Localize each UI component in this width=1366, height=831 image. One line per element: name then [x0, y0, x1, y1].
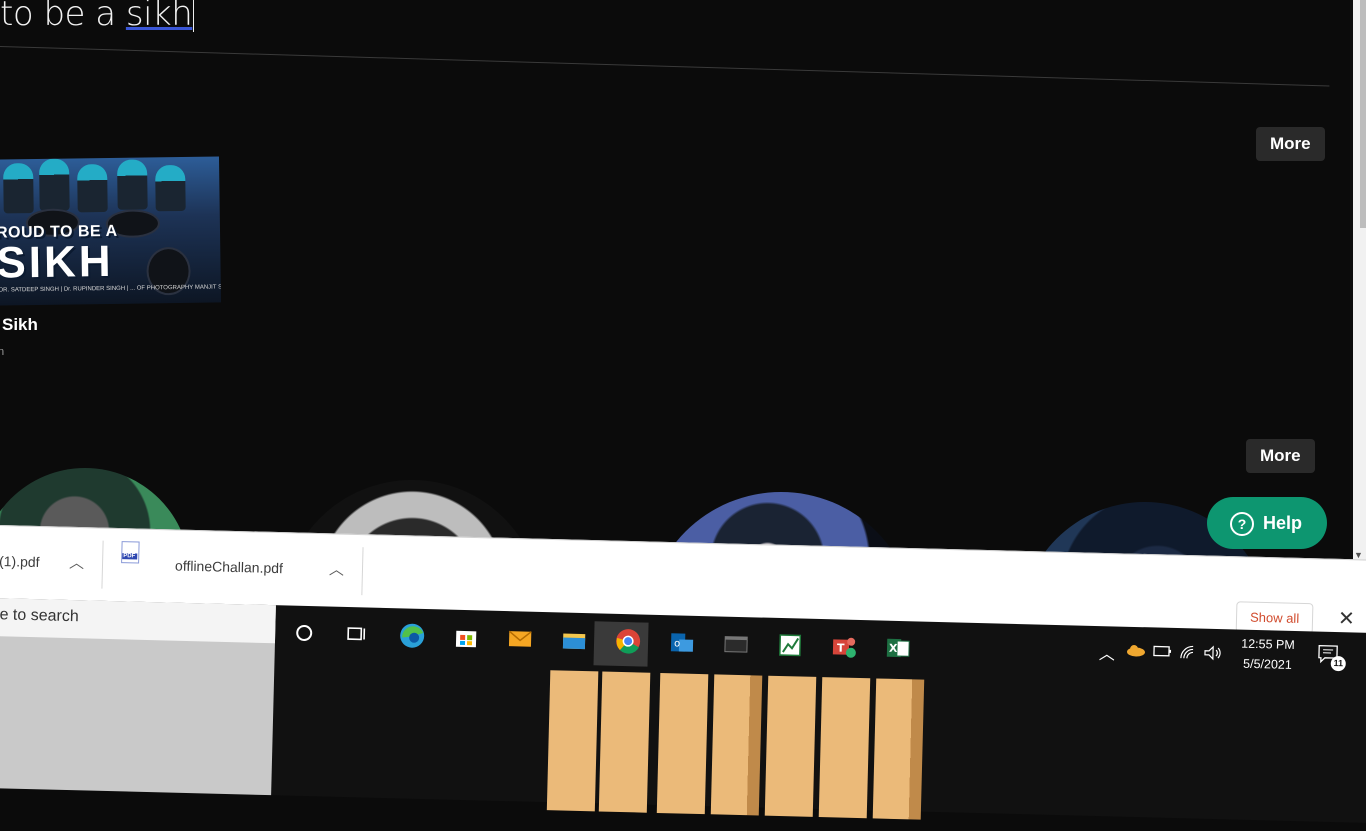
taskbar-search-panel[interactable]: e to search [0, 598, 276, 795]
mail-icon[interactable] [505, 623, 536, 654]
excel-icon[interactable]: X [883, 633, 914, 664]
taskbar-search-box[interactable]: e to search [0, 598, 276, 643]
app-preview-ghost [873, 678, 925, 819]
app-preview-ghost [599, 672, 651, 813]
question-icon: ? [1230, 512, 1254, 536]
cortana-icon[interactable] [289, 618, 320, 649]
svg-text:T: T [837, 641, 845, 654]
task-view-icon[interactable] [341, 619, 372, 650]
songs-more-button[interactable]: More [1256, 127, 1325, 161]
app-preview-ghost [547, 670, 599, 811]
download-separator [361, 547, 363, 595]
edge-icon[interactable] [397, 620, 428, 651]
pdf-icon: PDF [121, 541, 140, 563]
svg-text:X: X [889, 642, 898, 655]
search-query[interactable]: to be a sikh [0, 0, 194, 34]
clock-time: 12:55 PM [1241, 634, 1295, 655]
volume-icon[interactable] [1203, 645, 1223, 665]
divider [0, 46, 1329, 86]
action-center-icon[interactable]: 11 [1317, 644, 1342, 669]
store-icon[interactable] [451, 622, 482, 653]
song-title[interactable]: Sikh [2, 315, 38, 335]
app-preview-ghost [711, 674, 763, 815]
file-explorer-icon[interactable] [559, 624, 590, 655]
chevron-up-icon[interactable]: ︿ [1099, 640, 1116, 664]
help-button[interactable]: ? Help [1207, 497, 1327, 549]
outlook-icon[interactable]: o [667, 627, 698, 658]
taskbar: e to search o T X ︿ [0, 598, 1366, 823]
svg-text:o: o [674, 638, 680, 649]
app-preview-ghost [657, 673, 709, 814]
app-preview-ghost [765, 676, 817, 817]
scrollbar-thumb[interactable] [1360, 0, 1366, 228]
song-thumbnail[interactable]: ROUD TO BE A SIKH DR. SATDEEP SINGH | Dr… [0, 156, 221, 305]
download-filename: (1).pdf [0, 553, 40, 570]
onedrive-icon[interactable] [1126, 643, 1146, 661]
download-separator [101, 541, 103, 589]
search-results-page: to be a sikh More ROUD TO BE A SIKH DR. … [0, 0, 1366, 560]
close-icon[interactable]: ✕ [1338, 606, 1355, 631]
teams-icon[interactable]: T [829, 631, 860, 662]
query-misspelled-word: sikh [126, 0, 192, 34]
artists-more-button[interactable]: More [1246, 439, 1315, 473]
query-text: to be a [0, 0, 126, 34]
text-caret [193, 0, 194, 32]
chevron-up-icon[interactable]: ︿ [69, 552, 85, 573]
thumbnail-title-line2: SIKH [0, 240, 118, 286]
help-label: Help [1263, 513, 1302, 534]
thumbnail-title: ROUD TO BE A SIKH [0, 224, 118, 286]
song-subtitle: n [0, 346, 4, 358]
terminal-icon[interactable] [721, 629, 752, 660]
chrome-icon[interactable] [613, 626, 644, 657]
pdf-badge: PDF [121, 553, 137, 559]
download-filename: offlineChallan.pdf [175, 557, 283, 576]
search-placeholder: e to search [0, 606, 79, 626]
system-clock[interactable]: 12:55 PM 5/5/2021 [1240, 634, 1295, 675]
app-preview-ghost [819, 677, 871, 818]
clock-date: 5/5/2021 [1240, 654, 1294, 675]
notification-count-badge: 11 [1331, 656, 1346, 671]
battery-icon[interactable] [1153, 643, 1173, 661]
chevron-up-icon[interactable]: ︿ [329, 558, 345, 579]
wifi-icon[interactable] [1179, 644, 1197, 663]
sheets-chart-icon[interactable] [775, 630, 806, 661]
